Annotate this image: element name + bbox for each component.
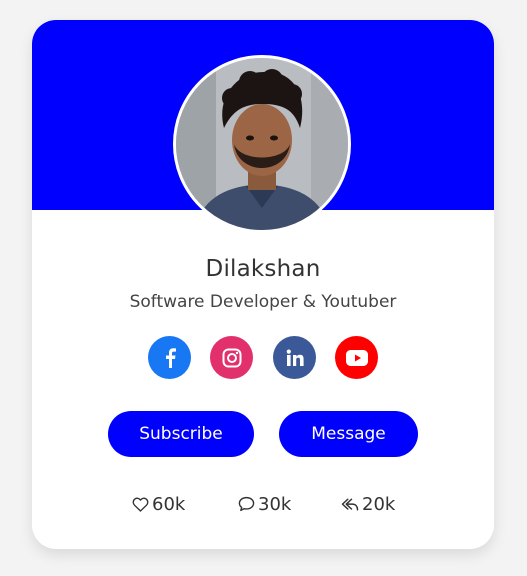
likes-stat[interactable]: 60k — [132, 491, 185, 517]
profile-title: Software Developer & Youtuber — [129, 292, 397, 312]
instagram-link[interactable] — [210, 336, 253, 379]
comment-icon — [238, 496, 255, 512]
facebook-icon — [165, 347, 176, 368]
comments-count: 30k — [258, 493, 292, 515]
avatar — [173, 55, 351, 233]
linkedin-icon — [286, 349, 304, 366]
linkedin-link[interactable] — [273, 336, 316, 379]
shares-count: 20k — [362, 493, 396, 515]
profile-name: Dilakshan — [205, 256, 321, 282]
likes-count: 60k — [152, 493, 186, 515]
comments-stat[interactable]: 30k — [238, 491, 291, 517]
profile-card: Dilakshan Software Developer & Youtuber … — [32, 20, 494, 549]
profile-photo — [176, 58, 348, 230]
facebook-link[interactable] — [148, 336, 191, 379]
youtube-icon — [345, 349, 368, 366]
shares-stat[interactable]: 20k — [341, 491, 395, 517]
youtube-link[interactable] — [335, 336, 378, 379]
reply-all-icon — [341, 498, 359, 510]
message-button[interactable]: Message — [279, 411, 418, 457]
subscribe-button[interactable]: Subscribe — [108, 411, 254, 457]
instagram-icon — [222, 348, 241, 367]
heart-icon — [132, 497, 149, 512]
